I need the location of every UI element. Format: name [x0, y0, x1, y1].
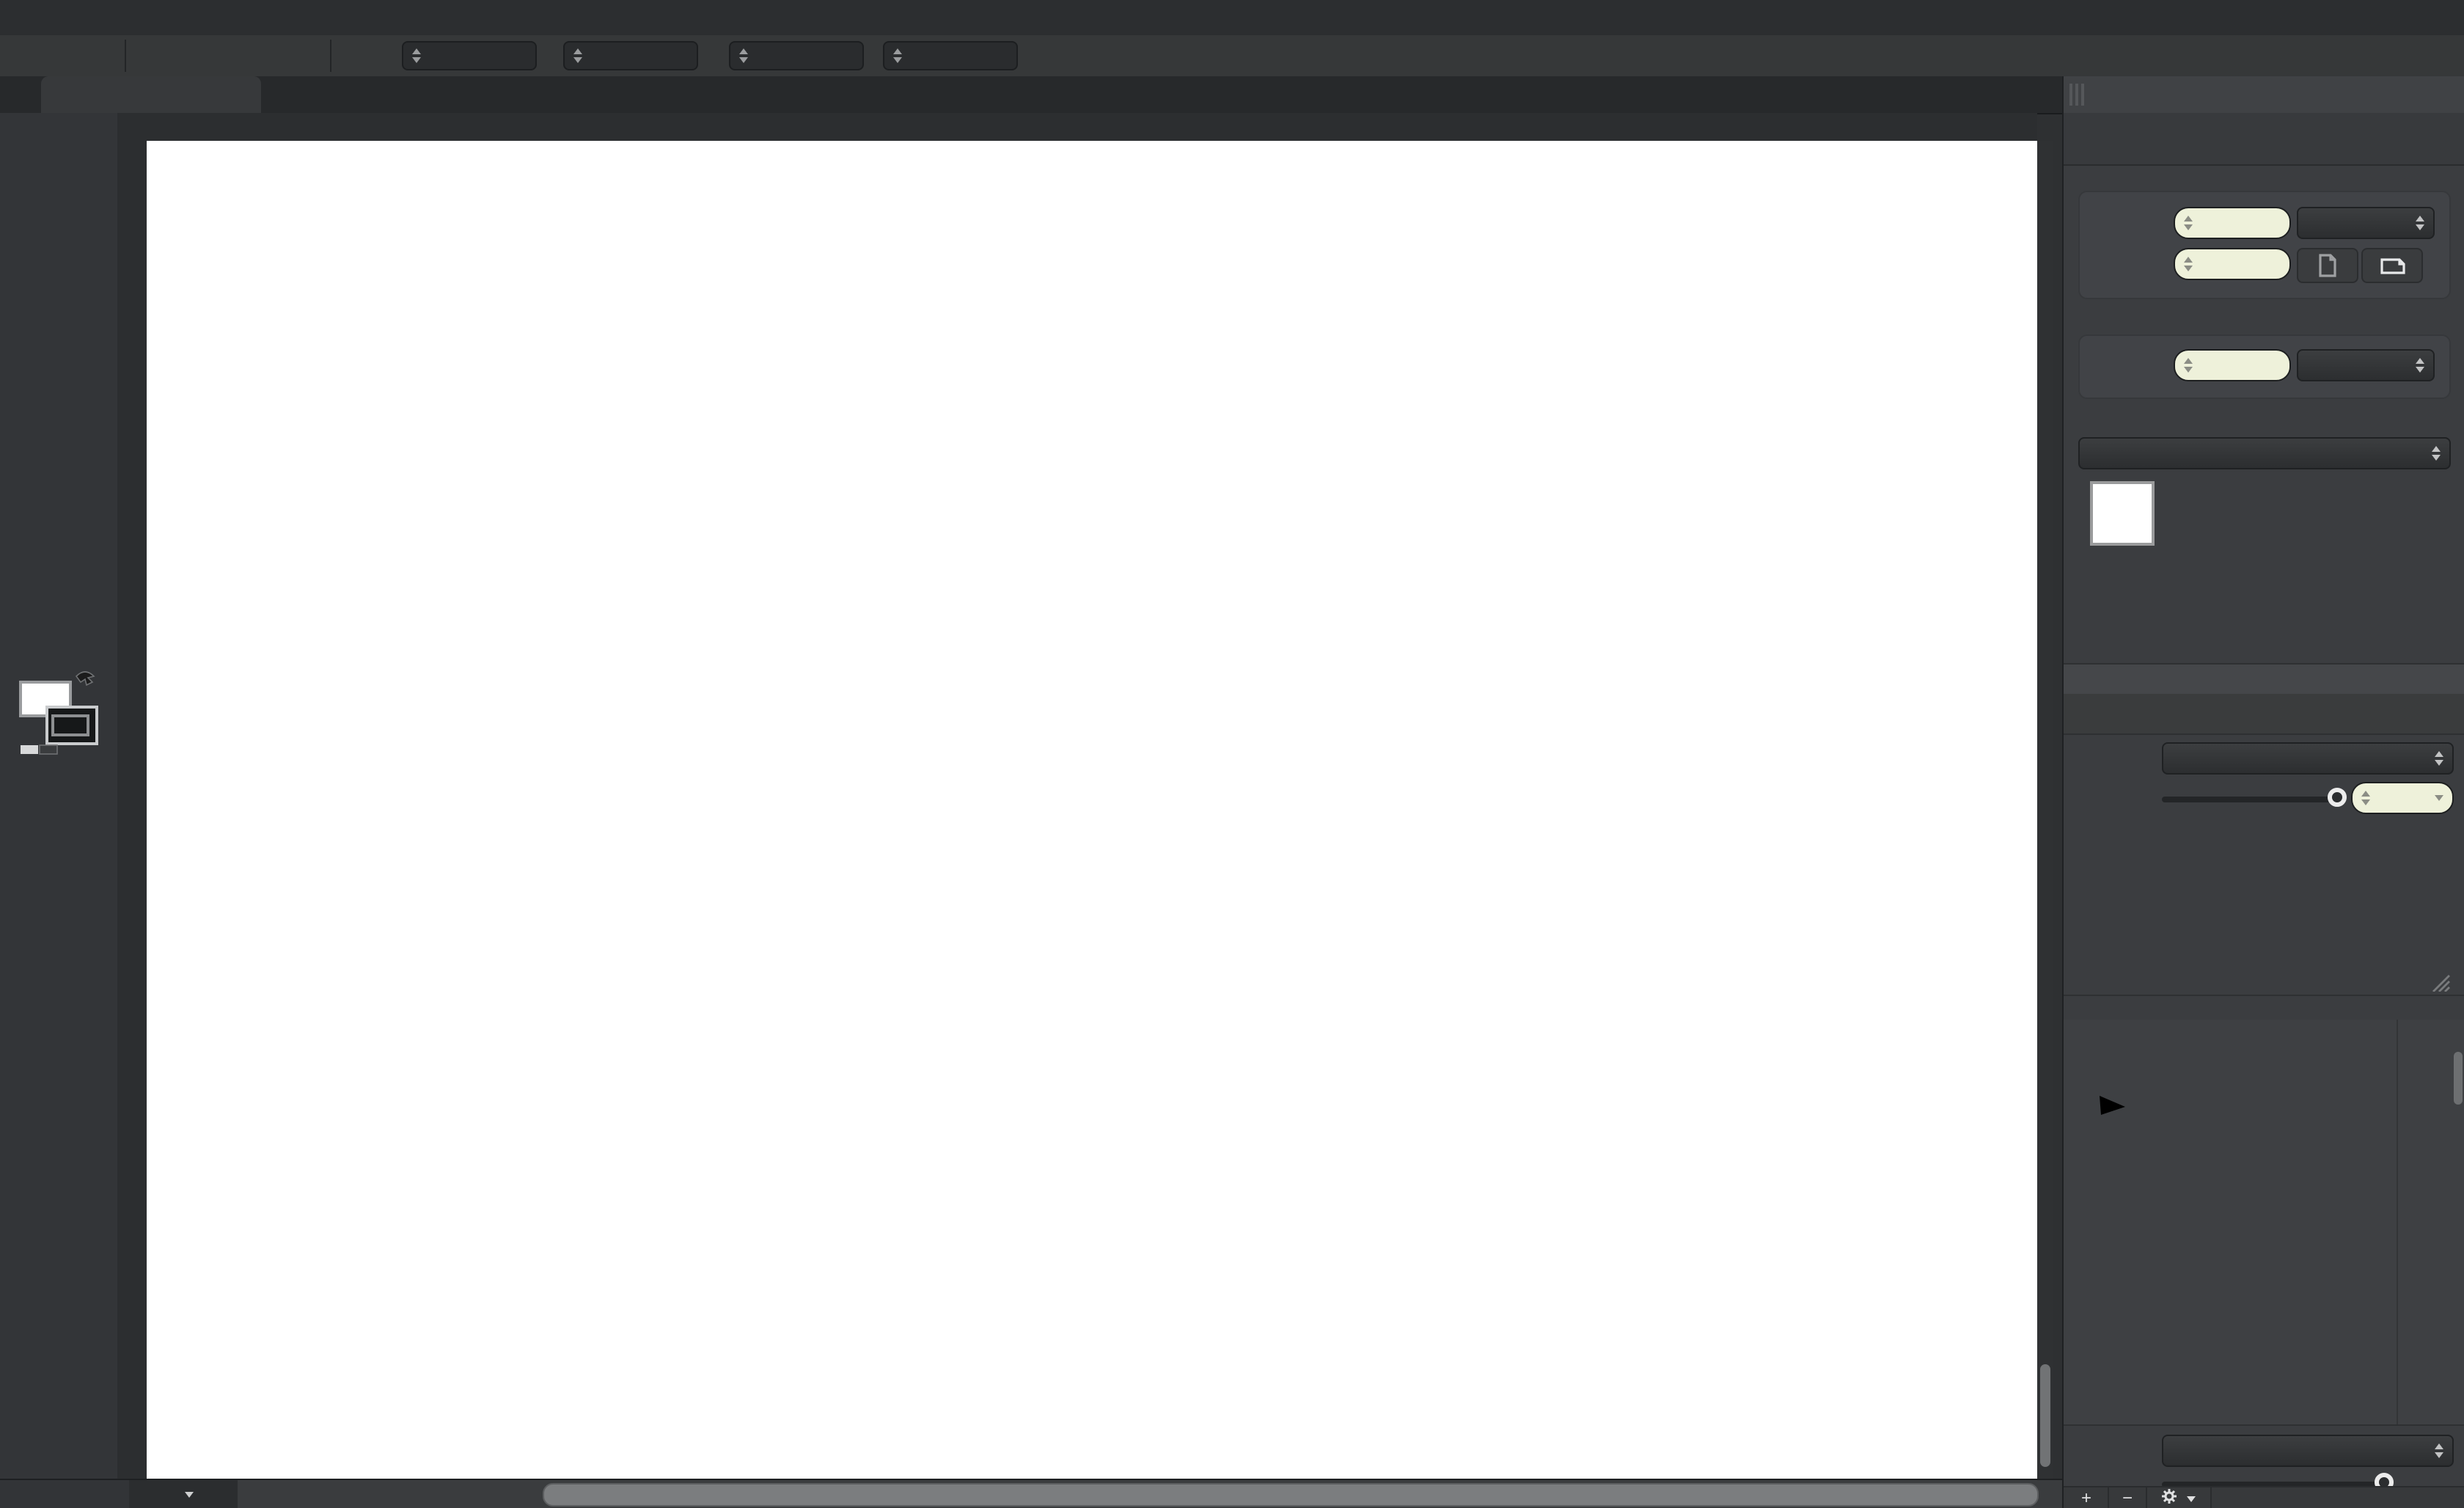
gear-menu-button[interactable] [2160, 1487, 2178, 1508]
zoom-level-control[interactable] [129, 1480, 238, 1508]
effects-list [2064, 826, 2464, 968]
toolbar [0, 35, 2464, 78]
canvas[interactable] [147, 141, 2037, 1479]
opacity-slider-knob[interactable] [2328, 788, 2347, 807]
x-input[interactable] [402, 41, 537, 70]
properties-panel: + − [2062, 76, 2464, 1508]
color-wells[interactable] [18, 667, 100, 755]
map-drawing [147, 141, 2037, 1479]
properties-header [2064, 76, 2464, 114]
canvas-section-box [2078, 191, 2451, 299]
ruler-corner [117, 113, 147, 141]
horizontal-ruler [147, 113, 2037, 142]
height-input[interactable] [883, 41, 1018, 70]
swap-colors-icon [75, 671, 95, 687]
resize-grip-icon[interactable] [2430, 973, 2451, 992]
scale-section-box [2078, 334, 2451, 399]
canvas-horizontal-scrollbar[interactable] [238, 1480, 2062, 1508]
panel-grip[interactable] [2069, 84, 2084, 106]
remove-layer-button[interactable]: − [2122, 1487, 2133, 1508]
gear-menu-dropdown-icon[interactable] [2187, 1496, 2196, 1502]
appearance-header [2064, 663, 2464, 697]
canvas-height-input[interactable] [2174, 248, 2291, 280]
blend-dropdown[interactable] [2162, 742, 2454, 775]
layers-button-bar: + − [2064, 1486, 2464, 1508]
layers-header [2064, 995, 2464, 1020]
blending-dropdown[interactable] [2162, 1435, 2454, 1467]
portrait-page-button[interactable] [2297, 248, 2358, 283]
titlebar [0, 0, 2464, 37]
add-layer-button[interactable]: + [2081, 1487, 2091, 1508]
tab-maceira[interactable] [41, 76, 261, 113]
appearance-tab-icons [2064, 694, 2464, 735]
layers-divider [2397, 1020, 2398, 1424]
separator [330, 40, 331, 72]
app-window: + − [0, 0, 2464, 1508]
layers-list [2064, 1020, 2464, 1424]
scale-unit-dropdown[interactable] [2297, 349, 2435, 381]
canvas-vertical-scrollbar[interactable] [2037, 141, 2053, 1479]
width-input[interactable] [729, 41, 864, 70]
tool-palette [0, 113, 119, 1479]
layers-scrollbar-thumb[interactable] [2454, 1052, 2463, 1105]
default-colors-icon [21, 745, 38, 754]
opacity-slider[interactable] [2162, 797, 2341, 802]
landscape-page-button[interactable] [2361, 248, 2423, 283]
background-color-swatch[interactable] [2090, 481, 2155, 546]
close-window-button[interactable] [16, 9, 32, 25]
minimize-window-button[interactable] [41, 9, 57, 25]
status-bar [0, 1479, 2062, 1508]
scale-value-input[interactable] [2174, 349, 2291, 381]
properties-tab-icons [2064, 113, 2464, 166]
y-input[interactable] [563, 41, 698, 70]
canvas-unit-dropdown[interactable] [2297, 207, 2435, 239]
add-effect-bar [2064, 968, 2464, 996]
vertical-ruler [117, 141, 148, 1479]
vertical-scrollbar-thumb[interactable] [2040, 1364, 2050, 1467]
background-type-dropdown[interactable] [2078, 437, 2451, 469]
opacity-input[interactable] [2351, 782, 2454, 814]
zoom-dropdown-icon [185, 1491, 194, 1497]
zoom-window-button[interactable] [66, 9, 82, 25]
document-tabbar [0, 76, 2062, 114]
separator [125, 40, 126, 72]
canvas-width-input[interactable] [2174, 207, 2291, 239]
horizontal-scrollbar-thumb[interactable] [543, 1483, 2039, 1507]
